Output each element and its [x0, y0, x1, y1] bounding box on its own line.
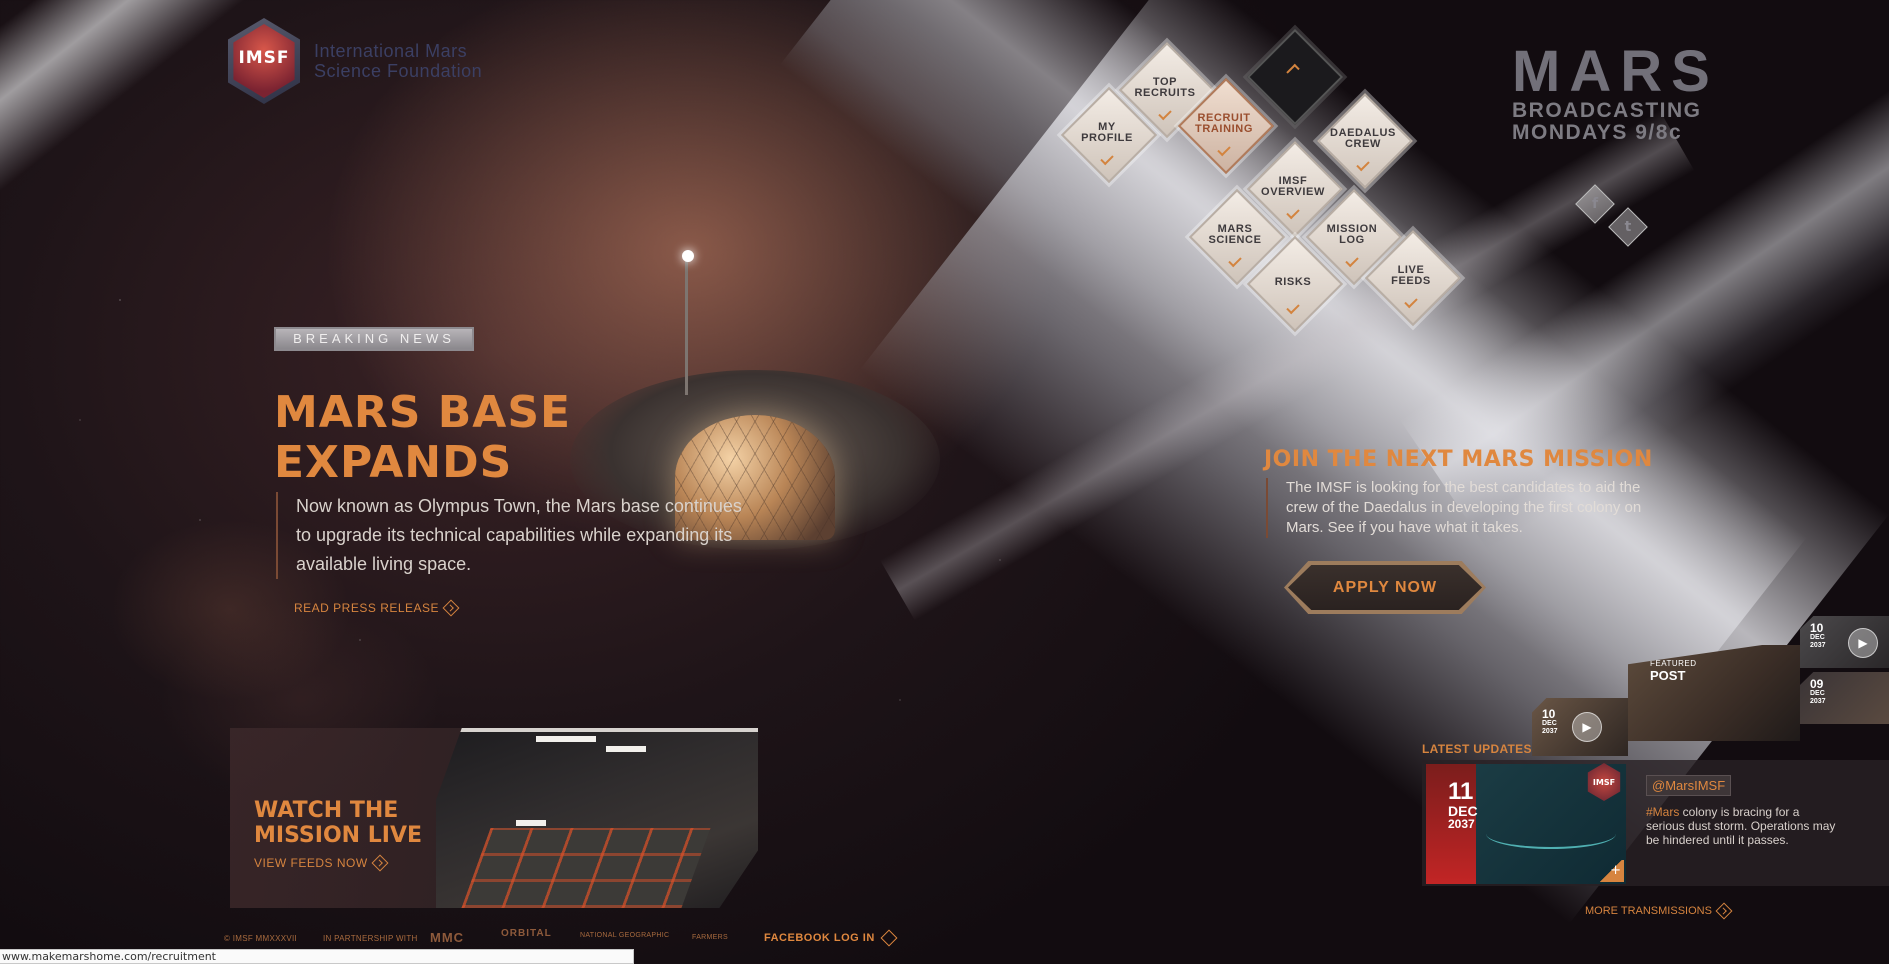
chevron-down-icon	[1158, 106, 1172, 121]
broadcast-banner: MARS BROADCASTING MONDAYS 9/8c	[1512, 39, 1719, 144]
broadcast-line2: MONDAYS 9/8c	[1512, 121, 1683, 144]
partner-logo-orbital[interactable]: ORBITAL	[501, 928, 552, 939]
twitter-icon: t	[1624, 219, 1632, 235]
chevron-down-icon	[1404, 294, 1418, 309]
nav-item-label: LIVE FEEDS	[1391, 264, 1431, 287]
thumb-date: 10 DEC 2037	[1810, 621, 1826, 649]
watch-title-line1: WATCH THE	[254, 798, 399, 823]
twitter-handle[interactable]: @MarsIMSF	[1646, 775, 1732, 796]
more-transmissions-label: MORE TRANSMISSIONS	[1585, 905, 1712, 917]
tweet-text: #Mars colony is bracing for a serious du…	[1646, 805, 1836, 847]
chevron-down-icon	[1217, 142, 1231, 157]
nav-item-label: DAEDALUS CREW	[1330, 127, 1396, 150]
site-logo[interactable]: IMSF International Mars Science Foundati…	[224, 18, 482, 104]
breaking-news-badge: BREAKING NEWS	[274, 327, 474, 351]
hero-headline: MARS BASE EXPANDS	[274, 388, 571, 488]
featured-label: FEATURED POST	[1650, 659, 1697, 683]
chevron-down-icon	[1100, 151, 1114, 166]
latest-updates-label: LATEST UPDATES	[1422, 742, 1532, 756]
chevron-down-icon	[1228, 253, 1242, 268]
view-feeds-link[interactable]: VIEW FEEDS NOW	[254, 854, 389, 872]
chevron-down-icon	[1286, 300, 1300, 315]
nav-item-label: RISKS	[1274, 275, 1312, 288]
more-transmissions-link[interactable]: MORE TRANSMISSIONS	[1585, 902, 1733, 920]
headline-line1: MARS BASE	[274, 387, 572, 438]
nav-item-label: RECRUIT TRAINING	[1195, 112, 1253, 135]
chevron-down-icon	[1345, 253, 1359, 268]
partner-logo-farmers[interactable]: FARMERS	[692, 934, 728, 941]
partner-logo-mmc[interactable]: MMC	[430, 930, 464, 945]
hero-body: Now known as Olympus Town, the Mars base…	[276, 492, 746, 579]
broadcast-line1: BROADCASTING	[1512, 99, 1702, 122]
partnership-label: IN PARTNERSHIP WITH	[323, 934, 418, 943]
twitter-button[interactable]: t	[1608, 207, 1648, 247]
join-title: JOIN THE NEXT MARS MISSION	[1264, 447, 1653, 472]
update-thumbnail[interactable]: 10 DEC 2037 ▶	[1800, 616, 1889, 668]
facebook-login-link[interactable]: FACEBOOK LOG IN	[764, 929, 898, 947]
headline-line2: EXPANDS	[274, 437, 513, 488]
hashtag[interactable]: #Mars	[1646, 805, 1679, 819]
partner-logo-natgeo[interactable]: NATIONAL GEOGRAPHIC	[580, 932, 669, 939]
chevron-up-icon	[1286, 63, 1300, 78]
view-feeds-label: VIEW FEEDS NOW	[254, 856, 368, 870]
plus-icon[interactable]: +	[1598, 860, 1624, 882]
update-thumbnail[interactable]: 09 DEC 2037	[1800, 672, 1889, 724]
logo-name-line2: Science Foundation	[314, 61, 483, 81]
chevron-down-icon	[1286, 205, 1300, 220]
nav-item-label: MY PROFILE	[1081, 121, 1133, 144]
read-press-release-link[interactable]: READ PRESS RELEASE	[294, 599, 460, 617]
browser-status-bar: www.makemarshome.com/recruitment	[0, 949, 634, 964]
arrow-diamond-icon	[880, 929, 898, 947]
thumb-date: 09 DEC 2037	[1810, 677, 1826, 705]
imsf-badge-icon: IMSF	[224, 18, 304, 104]
logo-name: International Mars Science Foundation	[314, 41, 482, 81]
join-body: The IMSF is looking for the best candida…	[1266, 478, 1666, 538]
logo-badge-text: IMSF	[238, 48, 290, 68]
nav-item-my-profile[interactable]: MY PROFILE	[1062, 88, 1152, 178]
play-icon: ▶	[1572, 712, 1602, 742]
update-date: 11 DEC 2037	[1448, 778, 1478, 831]
play-icon: ▶	[1848, 628, 1878, 658]
apply-now-button[interactable]: APPLY NOW	[1288, 565, 1482, 610]
nav-item-risks[interactable]: RISKS	[1248, 237, 1338, 327]
facebook-icon: f	[1591, 196, 1599, 212]
live-feed-image[interactable]	[436, 728, 758, 908]
arrow-diamond-icon	[442, 599, 460, 617]
arrow-diamond-icon	[1715, 902, 1733, 920]
broadcast-title: MARS	[1512, 39, 1719, 104]
update-thumbnail[interactable]: 10 DEC 2037 ▶	[1532, 698, 1628, 756]
logo-name-line1: International Mars	[314, 41, 468, 61]
watch-title-line2: MISSION LIVE	[254, 823, 422, 848]
nav-item-live-feeds[interactable]: LIVE FEEDS	[1366, 231, 1456, 321]
featured-post[interactable]: FEATURED POST	[1628, 645, 1800, 741]
thumb-date: 10 DEC 2037	[1542, 707, 1558, 735]
facebook-login-label: FACEBOOK LOG IN	[764, 932, 875, 944]
copyright: © IMSF MMXXXVII	[224, 934, 298, 943]
read-press-release-label: READ PRESS RELEASE	[294, 601, 440, 615]
watch-title: WATCH THE MISSION LIVE	[254, 798, 422, 848]
chevron-down-icon	[1356, 157, 1370, 172]
arrow-diamond-icon	[371, 854, 389, 872]
